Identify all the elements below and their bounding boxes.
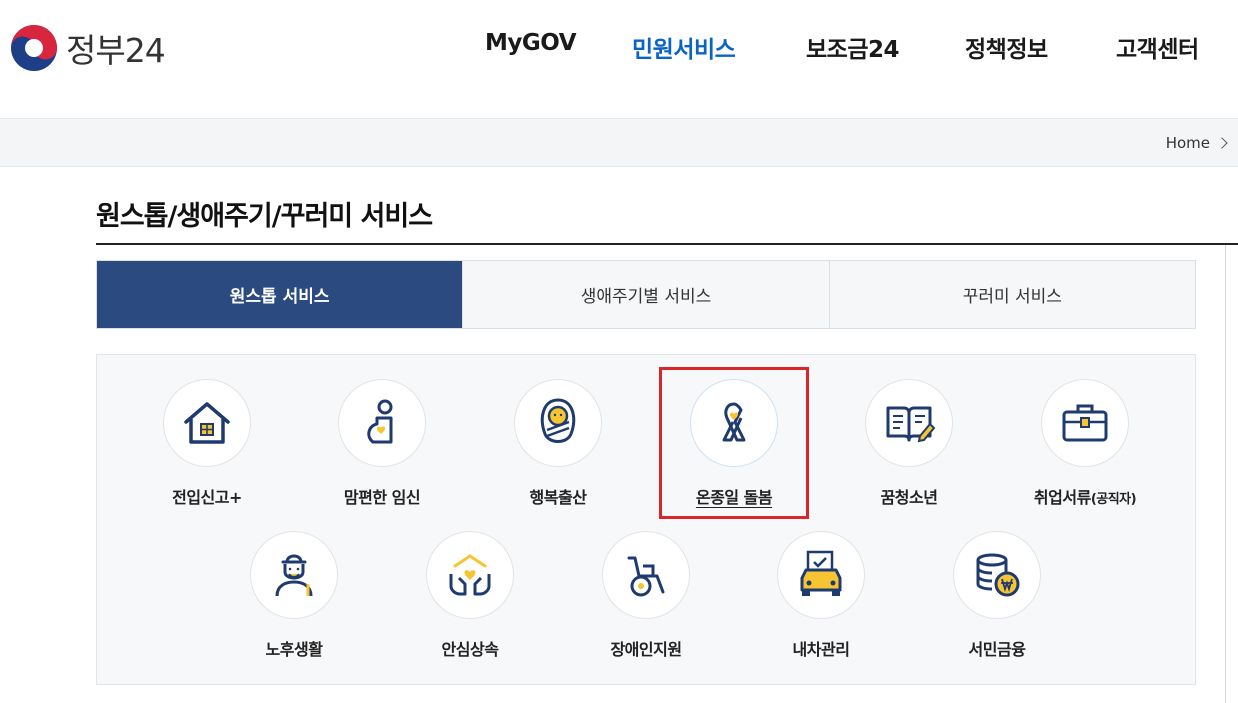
nav-mygov[interactable]: MyGOV (485, 30, 577, 56)
service-inheritance[interactable]: 안심상속 (400, 531, 540, 660)
service-label: 내차관리 (792, 640, 850, 659)
service-label: 안심상속 (441, 640, 499, 659)
service-label: 전입신고+ (172, 488, 242, 507)
service-label: 노후생활 (265, 640, 323, 659)
nav-civil-service[interactable]: 민원서비스 (632, 30, 736, 64)
service-icon-circle (250, 531, 338, 619)
service-retirement[interactable]: 노후생활 (224, 531, 364, 660)
service-all-day-care[interactable]: 온종일 돌봄 (664, 379, 804, 508)
site-header: 정부24 MyGOV 민원서비스 보조금24 정책정보 고객센터 (0, 0, 1238, 118)
tab-onestop[interactable]: 원스톱 서비스 (97, 261, 463, 328)
title-divider (96, 243, 1238, 245)
service-label: 장애인지원 (610, 640, 682, 659)
service-disability-support[interactable]: 장애인지원 (576, 531, 716, 660)
briefcase-icon (1062, 404, 1108, 442)
service-icon-circle (865, 379, 953, 467)
service-childbirth[interactable]: 행복출산 (488, 379, 628, 508)
baby-icon (540, 398, 576, 443)
hands-heart-icon (449, 554, 491, 596)
book-icon (886, 406, 936, 443)
breadcrumb-home[interactable]: Home (1166, 134, 1210, 152)
service-low-income-finance[interactable]: 서민금융 (927, 531, 1067, 660)
service-icon-circle (1041, 379, 1129, 467)
service-tabs: 원스톱 서비스 생애주기별 서비스 꾸러미 서비스 (96, 260, 1196, 329)
service-icon-circle (602, 531, 690, 619)
service-pregnancy[interactable]: 맘편한 임신 (312, 379, 452, 508)
pregnancy-icon (367, 399, 393, 444)
service-icon-circle (163, 379, 251, 467)
service-icon-circle (777, 531, 865, 619)
service-label-sub: (공직자) (1090, 492, 1137, 507)
service-employment-docs[interactable]: 취업서류(공직자) (1015, 379, 1155, 508)
breadcrumb-bar: Home (0, 118, 1238, 167)
service-icon-circle (690, 379, 778, 467)
service-icon-circle (426, 531, 514, 619)
service-label: 꿈청소년 (880, 488, 938, 507)
ribbon-icon (722, 402, 746, 442)
service-label: 서민금융 (968, 640, 1026, 659)
house-icon (184, 402, 230, 444)
nav-policy-info[interactable]: 정책정보 (965, 30, 1048, 64)
nav-customer-center[interactable]: 고객센터 (1116, 30, 1199, 64)
service-label: 행복출산 (529, 488, 587, 507)
breadcrumb: Home (1166, 134, 1228, 152)
chevron-right-icon (1216, 137, 1228, 149)
service-icon-circle (953, 531, 1041, 619)
coins-icon (976, 553, 1020, 597)
service-label: 취업서류 (1033, 488, 1091, 507)
service-car-management[interactable]: 내차관리 (751, 531, 891, 660)
tab-package[interactable]: 꾸러미 서비스 (828, 261, 1195, 328)
service-youth[interactable]: 꿈청소년 (839, 379, 979, 508)
service-move-in[interactable]: 전입신고+ (137, 379, 277, 508)
main-nav: MyGOV 민원서비스 보조금24 정책정보 고객센터 (0, 30, 1238, 70)
service-label: 맘편한 임신 (343, 488, 421, 507)
nav-subsidy24[interactable]: 보조금24 (806, 30, 900, 64)
service-icon-circle (514, 379, 602, 467)
page-title: 원스톱/생애주기/꾸러미 서비스 (96, 201, 433, 232)
tab-lifecycle[interactable]: 생애주기별 서비스 (462, 261, 829, 328)
car-icon (800, 550, 842, 596)
wheelchair-icon (627, 556, 665, 597)
service-icon-circle (338, 379, 426, 467)
elder-icon (275, 554, 313, 597)
right-divider (1225, 245, 1226, 703)
service-label: 온종일 돌봄 (695, 488, 773, 507)
